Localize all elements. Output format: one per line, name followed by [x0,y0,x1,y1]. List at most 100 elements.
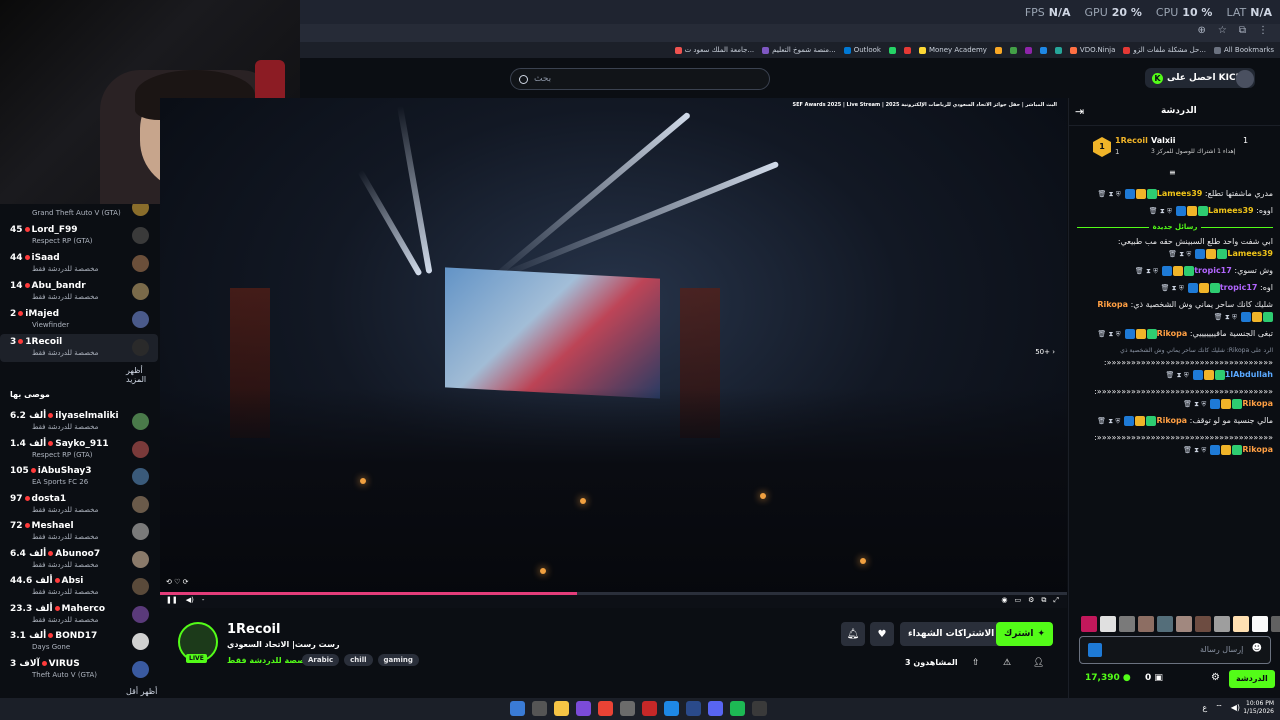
tag-chill[interactable]: chill [344,654,373,666]
sidebar-channel[interactable]: 97 dosta1 مخصصة للدردشة فقط [0,491,158,519]
star-icon[interactable]: ☆ [1218,25,1227,36]
sidebar-channel[interactable]: 44.6 ألف Absi مخصصة للدردشة فقط [0,573,158,601]
menu-icon[interactable]: ⋮ [1258,25,1268,36]
sidebar-channel[interactable]: 6.4 ألف Abunoo7 مخصصة للدردشة فقط [0,546,158,574]
mod-actions[interactable]: 🗑︎ ⧗ ⛨ [1165,369,1188,381]
tag-arabic[interactable]: Arabic [302,654,340,666]
report-icon[interactable]: ⚠ [1003,658,1011,668]
start-icon[interactable] [510,701,525,716]
emote-icon[interactable] [1138,616,1154,632]
clock[interactable]: 10:06 PM 1/15/2026 [1243,700,1274,716]
clip-icon[interactable]: ◉ [1001,596,1007,605]
chat-username[interactable]: Rikopa [1242,399,1273,408]
leader-name[interactable]: Valxii [1151,136,1176,145]
chat-username[interactable]: Rikopa [1157,329,1188,338]
tag-gaming[interactable]: gaming [377,654,419,666]
share-icon[interactable]: ⇧ [972,658,980,668]
bookmark-item[interactable]: منصة شموخ التعليم... [762,46,836,54]
bookmark-item[interactable]: حل مشكلة ملفات الزو... [1123,46,1206,54]
pinned-expand-icon[interactable]: ≡ [1169,168,1176,177]
emote-icon[interactable] [1081,616,1097,632]
chat-username[interactable]: Lamees39 [1208,206,1254,215]
bookmark-item[interactable]: VDO.Ninja [1069,46,1115,54]
bookmark-item[interactable]: جامعة الملك سعود ت... [674,46,754,54]
wifi-icon[interactable]: ⌔ [1215,703,1223,713]
sidebar-channel[interactable]: 72 Meshael مخصصة للدردشة فقط [0,518,158,546]
mod-actions[interactable]: 🗑︎ ⧗ ⛨ [1135,265,1158,277]
channel-name[interactable]: 1Recoil [227,622,280,637]
all-bookmarks[interactable]: All Bookmarks [1213,46,1274,54]
points-display[interactable]: 17,390 ● [1085,673,1131,683]
subscribe-button[interactable]: اشترك ✦ [996,622,1054,646]
mod-actions[interactable]: 🗑︎ ⧗ ⛨ [1149,205,1172,217]
notifications-button[interactable]: 🔔︎ [841,622,865,646]
sidebar-channel[interactable]: 2 iMajed Viewfinder [0,306,158,334]
bookmark-item[interactable]: Money Academy [918,46,987,54]
bookmark-item[interactable]: Outlook [843,46,881,54]
skip-forward-button[interactable]: 50+ › [1035,348,1055,356]
bookmark-item[interactable] [888,46,896,54]
bookmark-item[interactable] [1009,46,1017,54]
spotify-icon[interactable] [730,701,745,716]
chat-username[interactable]: 1lAbdullah [1225,370,1273,379]
bookmark-item[interactable] [903,46,911,54]
kicks-balance[interactable]: 0 ▣ [1145,673,1163,683]
bookmark-item[interactable] [994,46,1002,54]
emote-icon[interactable] [1233,616,1249,632]
user-add-icon[interactable]: 👤︎ [1033,658,1044,668]
file-explorer-icon[interactable] [554,701,569,716]
app-icon[interactable] [576,701,591,716]
mod-actions[interactable]: 🗑︎ ⧗ ⛨ [1097,188,1120,200]
emote-icon[interactable] [1119,616,1135,632]
chat-input[interactable]: إرسال رسالة ☻ [1079,636,1271,664]
collapse-chat-icon[interactable]: ⇥ [1075,105,1084,118]
language-indicator[interactable]: ع [1202,703,1207,713]
show-more-link[interactable]: أظهر المزيد [126,366,158,384]
sidebar-channel[interactable]: 3.1 ألف BOND17 Days Gone [0,628,158,656]
emoji-icon[interactable]: ☻ [1252,643,1262,654]
send-button[interactable]: الدردشة [1229,670,1275,688]
emote-icon[interactable] [1271,616,1280,632]
volume-icon[interactable]: ◀) [186,596,194,604]
video-player[interactable]: SEF Awards 2025 | Live Stream | البث الم… [160,98,1067,608]
mod-actions[interactable]: 🗑︎ ⧗ ⛨ [1214,311,1237,323]
chat-username[interactable]: Rikopa [1097,300,1128,309]
terminal-icon[interactable] [752,701,767,716]
sidebar-channel[interactable]: 44 iSaad مخصصة للدردشة فقط [0,250,158,278]
chat-username[interactable]: tropic17 [1194,266,1232,275]
bookmark-item[interactable] [1039,46,1047,54]
emote-icon[interactable] [1157,616,1173,632]
mod-actions[interactable]: 🗑︎ ⧗ ⛨ [1183,444,1206,456]
emote-icon[interactable] [1100,616,1116,632]
bookmark-item[interactable] [1054,46,1062,54]
mini-controls[interactable]: ⟲ ♡ ⟳ [166,578,188,586]
theater-icon[interactable]: ▭ [1014,596,1021,605]
sidebar-channel[interactable]: 45 Lord_F99 Respect RP (GTA) [0,222,158,250]
sidebar-channel[interactable]: 105 iAbuShay3 EA Sports FC 26 [0,463,158,491]
emote-icon[interactable] [1214,616,1230,632]
search-input[interactable]: بحث [510,68,770,90]
mod-actions[interactable]: 🗑︎ ⧗ ⛨ [1161,282,1184,294]
sidebar-channel[interactable]: 1.4 ألف Sayko_911 Respect RP (GTA) [0,436,158,464]
app-icon[interactable] [642,701,657,716]
app-icon[interactable] [620,701,635,716]
discord-icon[interactable] [708,701,723,716]
follow-button[interactable]: ♥ [870,622,894,646]
mod-actions[interactable]: 🗑︎ ⧗ ⛨ [1097,415,1120,427]
fullscreen-icon[interactable]: ⤢ [1053,596,1059,605]
chat-username[interactable]: tropic17 [1220,283,1258,292]
sidebar-channel[interactable]: 3 1Recoil مخصصة للدردشة فقط [0,334,158,362]
chat-username[interactable]: Rikopa [1156,416,1187,425]
chat-username[interactable]: Rikopa [1242,445,1273,454]
steam-icon[interactable] [686,701,701,716]
emote-icon[interactable] [1176,616,1192,632]
chrome-icon[interactable] [598,701,613,716]
chat-username[interactable]: Lamees39 [1227,249,1273,258]
mod-actions[interactable]: 🗑︎ ⧗ ⛨ [1183,398,1206,410]
app-icon[interactable] [664,701,679,716]
sidebar-channel[interactable]: 14 Abu_bandr مخصصة للدردشة فقط [0,278,158,306]
search-icon[interactable] [532,701,547,716]
pause-icon[interactable]: ❚❚ [166,596,178,604]
emote-icon[interactable] [1195,616,1211,632]
sidebar-channel[interactable]: 23.3 ألف Maherco مخصصة للدردشة فقط [0,601,158,629]
